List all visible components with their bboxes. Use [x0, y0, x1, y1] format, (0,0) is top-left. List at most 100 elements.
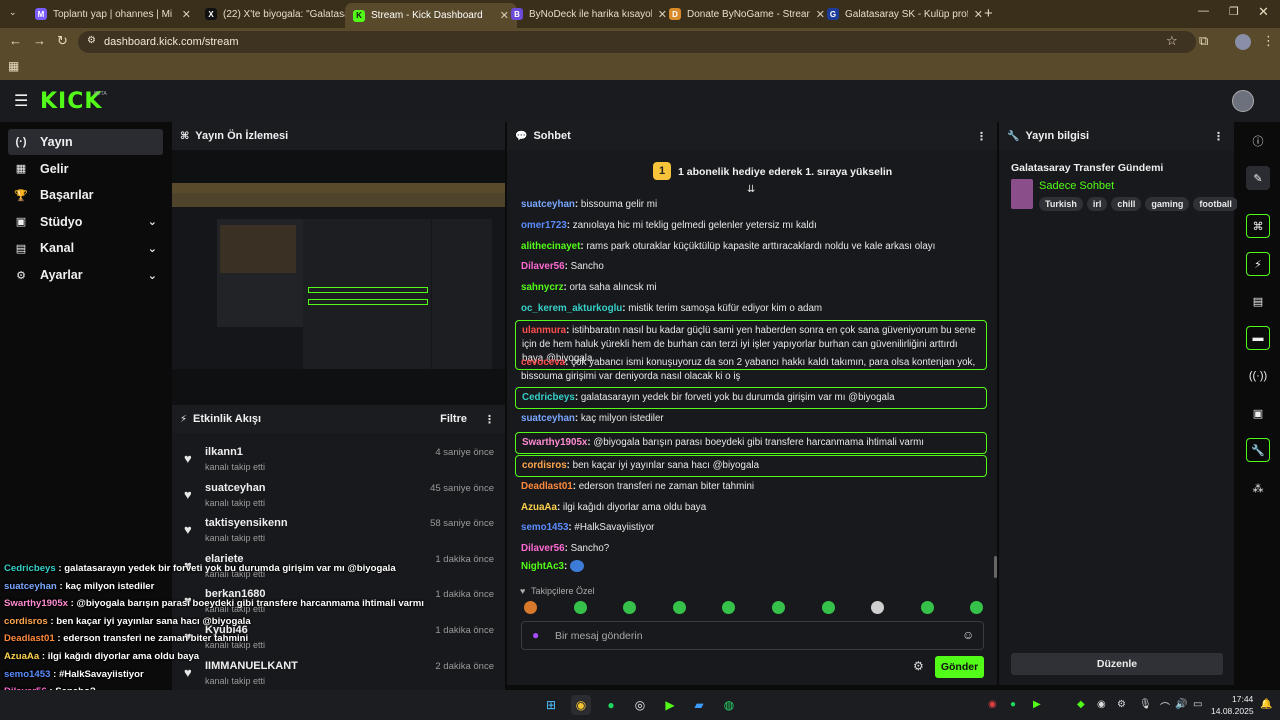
site-info-icon[interactable]: ⚙ [87, 35, 96, 46]
info-icon[interactable]: ⓘ [1246, 129, 1270, 153]
stream-tag[interactable]: chill [1111, 197, 1142, 211]
chat-message-list[interactable]: suatceyhan: bissoumа gelir mi omer1723: z… [507, 198, 997, 588]
tray-kick-icon[interactable]: ▶ [1033, 699, 1041, 710]
stream-tag[interactable]: Turkish [1039, 197, 1083, 211]
tray-steam-icon[interactable]: ⚙ [1117, 699, 1126, 710]
actions-icon[interactable]: ⁂ [1246, 476, 1270, 500]
chat-username[interactable]: oc_kerem_akturkoglu [521, 303, 622, 314]
chat-username[interactable]: ulanmura [522, 325, 566, 336]
hamburger-menu-icon[interactable]: ☰ [14, 91, 28, 111]
sidebar-item-1[interactable]: ▦ Gelir [8, 156, 163, 182]
tray-app-icon[interactable]: ◉ [988, 699, 997, 710]
chat-username[interactable]: cordisros [522, 460, 567, 471]
collapse-pinned-icon[interactable]: ⇊ [747, 184, 755, 195]
emote-icon[interactable] [722, 601, 736, 614]
chat-username[interactable]: AzuaAa [521, 502, 557, 513]
sidebar-item-5[interactable]: ⚙ Ayarlar ⌄ [8, 262, 163, 288]
emote-icon[interactable] [920, 601, 934, 614]
event-username[interactable]: taktisyensikenn [205, 517, 288, 529]
minimize-icon[interactable]: — [1198, 5, 1209, 17]
sidebar-item-4[interactable]: ▤ Kanal ⌄ [8, 235, 163, 261]
chat-username[interactable]: Cedricbeys [522, 392, 575, 403]
emote-icon[interactable] [772, 601, 785, 614]
chevron-down-icon[interactable]: ⌄ [148, 242, 157, 255]
event-username[interactable]: ilkann1 [205, 446, 243, 458]
taskbar-time[interactable]: 17:44 [1232, 694, 1253, 704]
chat-settings-icon[interactable]: ⚙ [913, 659, 924, 673]
tray-wifi-icon[interactable]: ⌒ [1160, 699, 1170, 714]
edit-stream-info-button[interactable]: Düzenle [1011, 653, 1223, 675]
bookmark-star-icon[interactable]: ☆ [1166, 33, 1178, 49]
user-avatar[interactable] [1232, 90, 1254, 112]
photos-taskbar-icon[interactable]: ▰ [689, 695, 709, 715]
chat-message-highlighted[interactable]: cordisros: ben kaçar iyi yayınlar sana h… [515, 455, 987, 477]
chat-message-highlighted[interactable]: Swarthy1905x: @biyogala barışın parası b… [515, 432, 987, 454]
chat-message[interactable]: omer1723: zanıolaya hic mi teklig gelmed… [521, 219, 981, 233]
emote-icon[interactable] [970, 601, 984, 614]
event-feed-toggle-icon[interactable]: ⚡ [1246, 252, 1270, 276]
stream-tag[interactable]: gaming [1145, 197, 1190, 211]
browser-tab[interactable]: DDonate ByNoGame - Streamer✕ [661, 3, 833, 25]
new-tab-icon[interactable]: + [984, 5, 993, 22]
chat-message[interactable]: AzuaAa: ilgi kağıdı diyorlar ama oldu ba… [521, 501, 981, 515]
chrome-taskbar-icon[interactable]: ◉ [571, 695, 591, 715]
chat-message[interactable]: cevoceva: çok yabancı ismi konuşuyoruz d… [521, 356, 981, 384]
notification-icon[interactable]: 🔔 [1260, 699, 1272, 710]
chat-username[interactable]: Dilaver56 [521, 543, 565, 554]
chat-message[interactable]: oc_kerem_akturkoglu: mistik terim samoşa… [521, 302, 981, 316]
category-link[interactable]: Sadece Sohbet [1039, 180, 1114, 192]
chat-message[interactable]: semo1453: #HalkSavayiistiyor [521, 521, 981, 535]
apps-grid-icon[interactable]: ▦ [8, 59, 19, 73]
chat-message[interactable]: suatceyhan: kaç milyon istediler [521, 412, 981, 426]
pencil-icon[interactable]: ✎ [1246, 166, 1270, 190]
extensions-icon[interactable]: ⧉ [1199, 33, 1208, 49]
chat-username[interactable]: semo1453 [521, 522, 568, 533]
chat-message[interactable]: sahnycrz: orta saha alıncsk mi [521, 281, 981, 295]
wrench-toggle-icon[interactable]: 🔧 [1246, 438, 1270, 462]
tray-volume-icon[interactable]: 🔊 [1175, 699, 1187, 710]
chat-username[interactable]: suatceyhan [521, 413, 575, 424]
close-window-icon[interactable]: ✕ [1258, 4, 1269, 20]
reload-icon[interactable]: ↻ [57, 33, 68, 49]
emote-icon[interactable] [573, 601, 587, 614]
tray-nvidia-icon[interactable]: ◆ [1077, 699, 1085, 710]
stream-tag[interactable]: football [1193, 197, 1238, 211]
filter-button[interactable]: Filtre [440, 413, 467, 425]
profile-avatar[interactable] [1235, 34, 1251, 50]
chat-input[interactable]: ● Bir mesaj gönderin ☺ [521, 621, 984, 650]
send-button[interactable]: Gönder [935, 656, 984, 678]
chat-message[interactable]: Dilaver56: Sancho [521, 260, 981, 274]
tab-close-icon[interactable]: ✕ [182, 8, 191, 21]
chat-username[interactable]: suatceyhan [521, 199, 575, 210]
chat-message[interactable]: suatceyhan: bissoumа gelir mi [521, 198, 981, 212]
obs-taskbar-icon[interactable]: ◎ [630, 695, 650, 715]
notes-icon[interactable]: ▤ [1246, 289, 1270, 313]
chevron-down-icon[interactable]: ⌄ [148, 215, 157, 228]
emote-icon[interactable] [672, 601, 686, 614]
maximize-icon[interactable]: ❐ [1229, 5, 1239, 18]
whatsapp-taskbar-icon[interactable]: ◍ [719, 695, 739, 715]
browser-tab[interactable]: G Galatasaray SK - Kulüp profili ✕ [819, 3, 991, 25]
chat-scrollbar[interactable] [994, 556, 997, 578]
chat-message[interactable]: alithecinayet: rams park oturaklar küçük… [521, 240, 981, 254]
emote-icon[interactable] [524, 601, 537, 614]
stream-info-menu-icon[interactable]: ⋮ [1213, 130, 1224, 143]
sidebar-item-3[interactable]: ▣ Stüdyo ⌄ [8, 209, 163, 235]
microphone-icon[interactable]: ● [532, 628, 539, 642]
category-thumbnail[interactable] [1011, 179, 1033, 209]
chevron-down-icon[interactable]: ⌄ [148, 269, 157, 282]
broadcast-toggle-icon[interactable]: ((·)) [1246, 364, 1270, 388]
chat-username[interactable]: Deadlast01 [521, 481, 573, 492]
emote-icon[interactable] [821, 601, 835, 614]
browser-tab[interactable]: K Stream - Kick Dashboard ✕ [345, 3, 517, 28]
forward-icon[interactable]: → [33, 33, 46, 48]
tray-mic-icon[interactable]: 🎙 [1139, 699, 1152, 710]
chat-username[interactable]: Swarthy1905x [522, 437, 587, 448]
sidebar-item-2[interactable]: 🏆 Başarılar [8, 182, 163, 208]
tray-battery-icon[interactable]: ▭ [1193, 699, 1202, 710]
emoji-picker-icon[interactable]: ☺ [962, 628, 974, 642]
chat-username[interactable]: alithecinayet [521, 241, 580, 252]
kick-taskbar-icon[interactable]: ▶ [660, 695, 680, 715]
chat-message-highlighted[interactable]: Cedricbeys: galatasarayın yedek bir forv… [515, 387, 987, 409]
tab-search-icon[interactable]: ⌄ [9, 7, 17, 18]
